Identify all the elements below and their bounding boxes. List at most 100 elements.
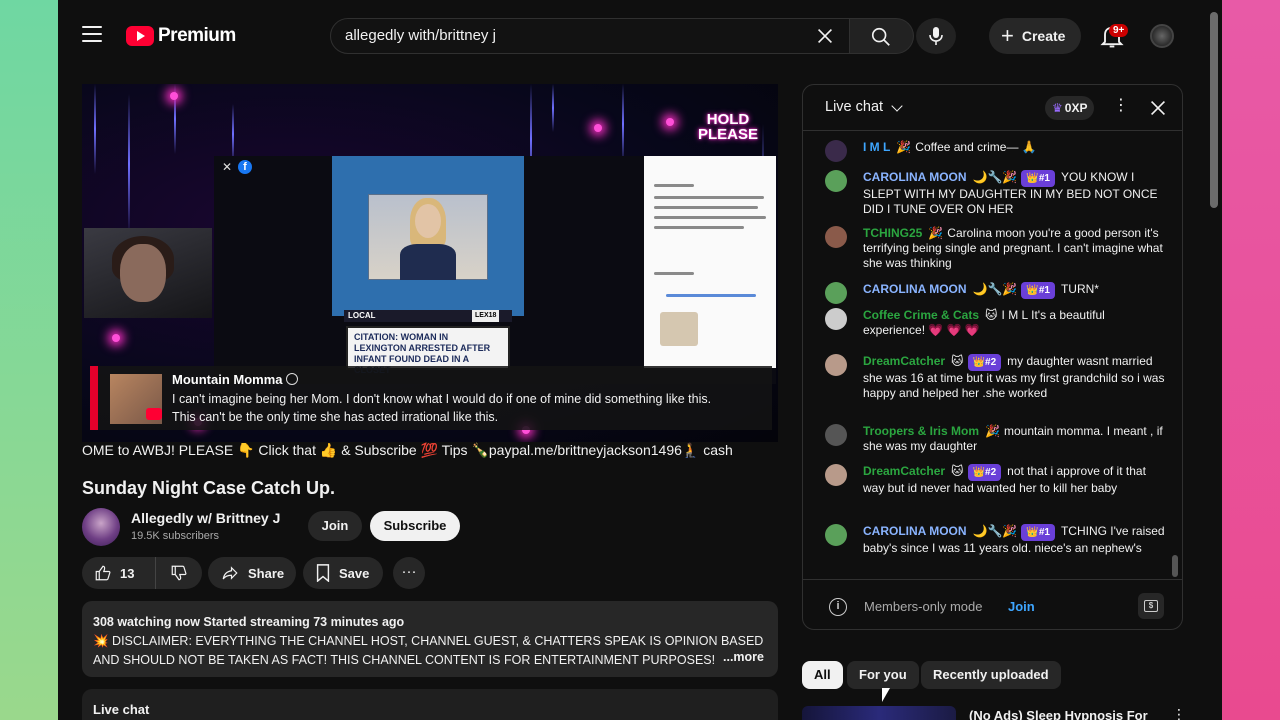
page-scrollbar[interactable] xyxy=(1210,12,1218,208)
xp-button[interactable]: ♛ 0XP xyxy=(1045,96,1095,120)
comment-accent-bar xyxy=(90,366,98,430)
chat-message[interactable]: CAROLINA MOON 🌙🔧🎉 👑#1 YOU KNOW I SLEPT WITH… xyxy=(825,170,1165,217)
like-dislike-group: 13 xyxy=(82,557,202,589)
member-rank-badge: 👑#1 xyxy=(1021,170,1055,187)
share-label: Share xyxy=(248,565,285,581)
channel-avatar[interactable] xyxy=(82,508,120,546)
author-emoji: 🎉 xyxy=(896,140,912,154)
video-player[interactable]: HOLD PLEASE ✕ f LOCAL LEX18 CITATION: WOM… xyxy=(82,84,778,458)
chat-author-name[interactable]: CAROLINA MOON xyxy=(863,282,967,296)
chat-message-body: DreamCatcher 🐱 👑#2 not that i approve of it… xyxy=(863,464,1165,496)
chat-message[interactable]: I M L 🎉 Coffee and crime— 🙏 xyxy=(825,140,1165,162)
live-chat-collapsed-header[interactable]: Live chat xyxy=(82,689,778,720)
chat-footer: i Members-only mode Join $ xyxy=(803,579,1182,629)
info-icon[interactable]: i xyxy=(829,598,847,616)
chat-message[interactable]: TCHING25 🎉 Carolina moon you're a good per… xyxy=(825,226,1165,271)
members-only-text: Members-only mode xyxy=(864,599,983,614)
chat-message[interactable]: Troopers & Iris Mom 🎉 mountain momma. I me… xyxy=(825,424,1165,454)
chat-avatar[interactable] xyxy=(825,464,847,486)
account-avatar[interactable] xyxy=(1150,24,1174,48)
chat-message[interactable]: DreamCatcher 🐱 👑#2 my daughter wasnt marrie… xyxy=(825,354,1165,401)
chat-message[interactable]: CAROLINA MOON 🌙🔧🎉 👑#1 TCHING I've raised ba… xyxy=(825,524,1165,556)
station-tag: LEX18 xyxy=(472,310,500,322)
menu-icon[interactable] xyxy=(82,26,102,44)
save-button[interactable]: Save xyxy=(303,557,383,589)
chat-message[interactable]: DreamCatcher 🐱 👑#2 not that i approve of it… xyxy=(825,464,1165,496)
share-button[interactable]: Share xyxy=(208,557,296,589)
subscriber-count: 19.5K subscribers xyxy=(131,530,220,542)
chat-message-body: DreamCatcher 🐱 👑#2 my daughter wasnt marrie… xyxy=(863,354,1165,401)
chat-message[interactable]: Coffee Crime & Cats 🐱 I M L It's a beautif… xyxy=(825,308,1165,338)
mugshot-face xyxy=(415,204,441,238)
recommendation-title[interactable]: (No Ads) Sleep Hypnosis For xyxy=(969,708,1148,720)
channel-name[interactable]: Allegedly w/ Brittney J xyxy=(131,510,280,526)
chat-message[interactable]: CAROLINA MOON 🌙🔧🎉 👑#1 TURN* xyxy=(825,282,1165,304)
chat-avatar[interactable] xyxy=(825,282,847,304)
create-button[interactable]: + Create xyxy=(989,18,1081,54)
chat-avatar[interactable] xyxy=(825,524,847,546)
facebook-icon: f xyxy=(238,160,252,174)
youtube-logo[interactable]: Premium xyxy=(126,24,236,48)
chat-more-icon[interactable]: ⋮ xyxy=(1113,98,1129,118)
search-box xyxy=(330,18,850,54)
stream-stats: 308 watching now Started streaming 73 mi… xyxy=(93,615,405,629)
like-button[interactable]: 13 xyxy=(82,557,156,589)
dislike-button[interactable] xyxy=(156,557,202,589)
plus-icon: + xyxy=(1001,23,1014,48)
members-join-link[interactable]: Join xyxy=(1008,599,1035,614)
post-thumbnail xyxy=(660,312,698,346)
scrolling-ticker: OME to AWBJ! PLEASE 👇 Click that 👍 & Sub… xyxy=(82,442,778,458)
chat-avatar[interactable] xyxy=(825,170,847,192)
xp-value: 0XP xyxy=(1064,101,1088,115)
desktop-background-right xyxy=(1222,0,1280,720)
chevron-down-icon xyxy=(891,100,903,112)
chat-avatar[interactable] xyxy=(825,424,847,446)
youtube-small-icon xyxy=(146,408,162,420)
super-chat-button[interactable]: $ xyxy=(1138,593,1164,619)
subscribe-button[interactable]: Subscribe xyxy=(370,511,460,541)
description-line-1: 💥 DISCLAIMER: EVERYTHING THE CHANNEL HOS… xyxy=(93,634,764,648)
join-button[interactable]: Join xyxy=(308,511,362,541)
chat-avatar[interactable] xyxy=(825,226,847,248)
chat-avatar[interactable] xyxy=(825,354,847,376)
microphone-icon xyxy=(929,27,943,45)
chat-avatar[interactable] xyxy=(825,308,847,330)
comment-line-2: This can't be the only time she has acte… xyxy=(172,410,499,424)
member-rank-badge: 👑#1 xyxy=(1021,282,1055,299)
search-button[interactable] xyxy=(850,18,914,54)
thumbs-up-icon xyxy=(95,565,111,581)
member-rank-badge: 👑#1 xyxy=(1021,524,1055,541)
description-box[interactable]: 308 watching now Started streaming 73 mi… xyxy=(82,601,778,677)
mouse-pointer-icon xyxy=(882,688,890,702)
hold-please-overlay: HOLD PLEASE xyxy=(698,112,758,142)
verified-icon xyxy=(286,373,298,385)
chat-message-list[interactable]: I M L 🎉 Coffee and crime— 🙏 CAROLINA MOON 🌙🔧… xyxy=(803,132,1182,578)
recommendation-more-icon[interactable]: ⋮ xyxy=(1172,706,1186,720)
chat-author-name[interactable]: Coffee Crime & Cats xyxy=(863,308,979,322)
clear-search-icon[interactable] xyxy=(814,25,836,47)
recommendation-thumbnail[interactable] xyxy=(802,706,956,720)
chip-for-you[interactable]: For you xyxy=(847,661,919,689)
comment-text: I can't imagine being her Mom. I don't k… xyxy=(172,390,762,426)
chat-author-name[interactable]: TCHING25 xyxy=(863,226,922,240)
chat-message-body: CAROLINA MOON 🌙🔧🎉 👑#1 TCHING I've raised ba… xyxy=(863,524,1165,556)
chat-author-name[interactable]: I M L xyxy=(863,140,890,154)
chat-author-name[interactable]: Troopers & Iris Mom xyxy=(863,424,979,438)
chip-all[interactable]: All xyxy=(802,661,843,689)
search-input[interactable] xyxy=(345,27,805,44)
chat-scrollbar[interactable] xyxy=(1172,555,1178,577)
chat-author-name[interactable]: CAROLINA MOON xyxy=(863,170,967,184)
chat-author-name[interactable]: CAROLINA MOON xyxy=(863,524,967,538)
author-emoji: 🎉 xyxy=(985,424,1000,438)
show-more-link[interactable]: ...more xyxy=(717,648,764,667)
voice-search-button[interactable] xyxy=(916,18,956,54)
close-chat-icon[interactable] xyxy=(1147,97,1169,119)
chat-author-name[interactable]: DreamCatcher xyxy=(863,354,945,368)
more-actions-button[interactable]: ··· xyxy=(393,557,425,589)
chip-recently-uploaded[interactable]: Recently uploaded xyxy=(921,661,1061,689)
comment-line-1: I can't imagine being her Mom. I don't k… xyxy=(172,392,712,406)
chat-mode-dropdown[interactable]: Live chat xyxy=(825,99,883,115)
webcam-face xyxy=(120,244,166,302)
chat-author-name[interactable]: DreamCatcher xyxy=(863,464,945,478)
chat-avatar[interactable] xyxy=(825,140,847,162)
